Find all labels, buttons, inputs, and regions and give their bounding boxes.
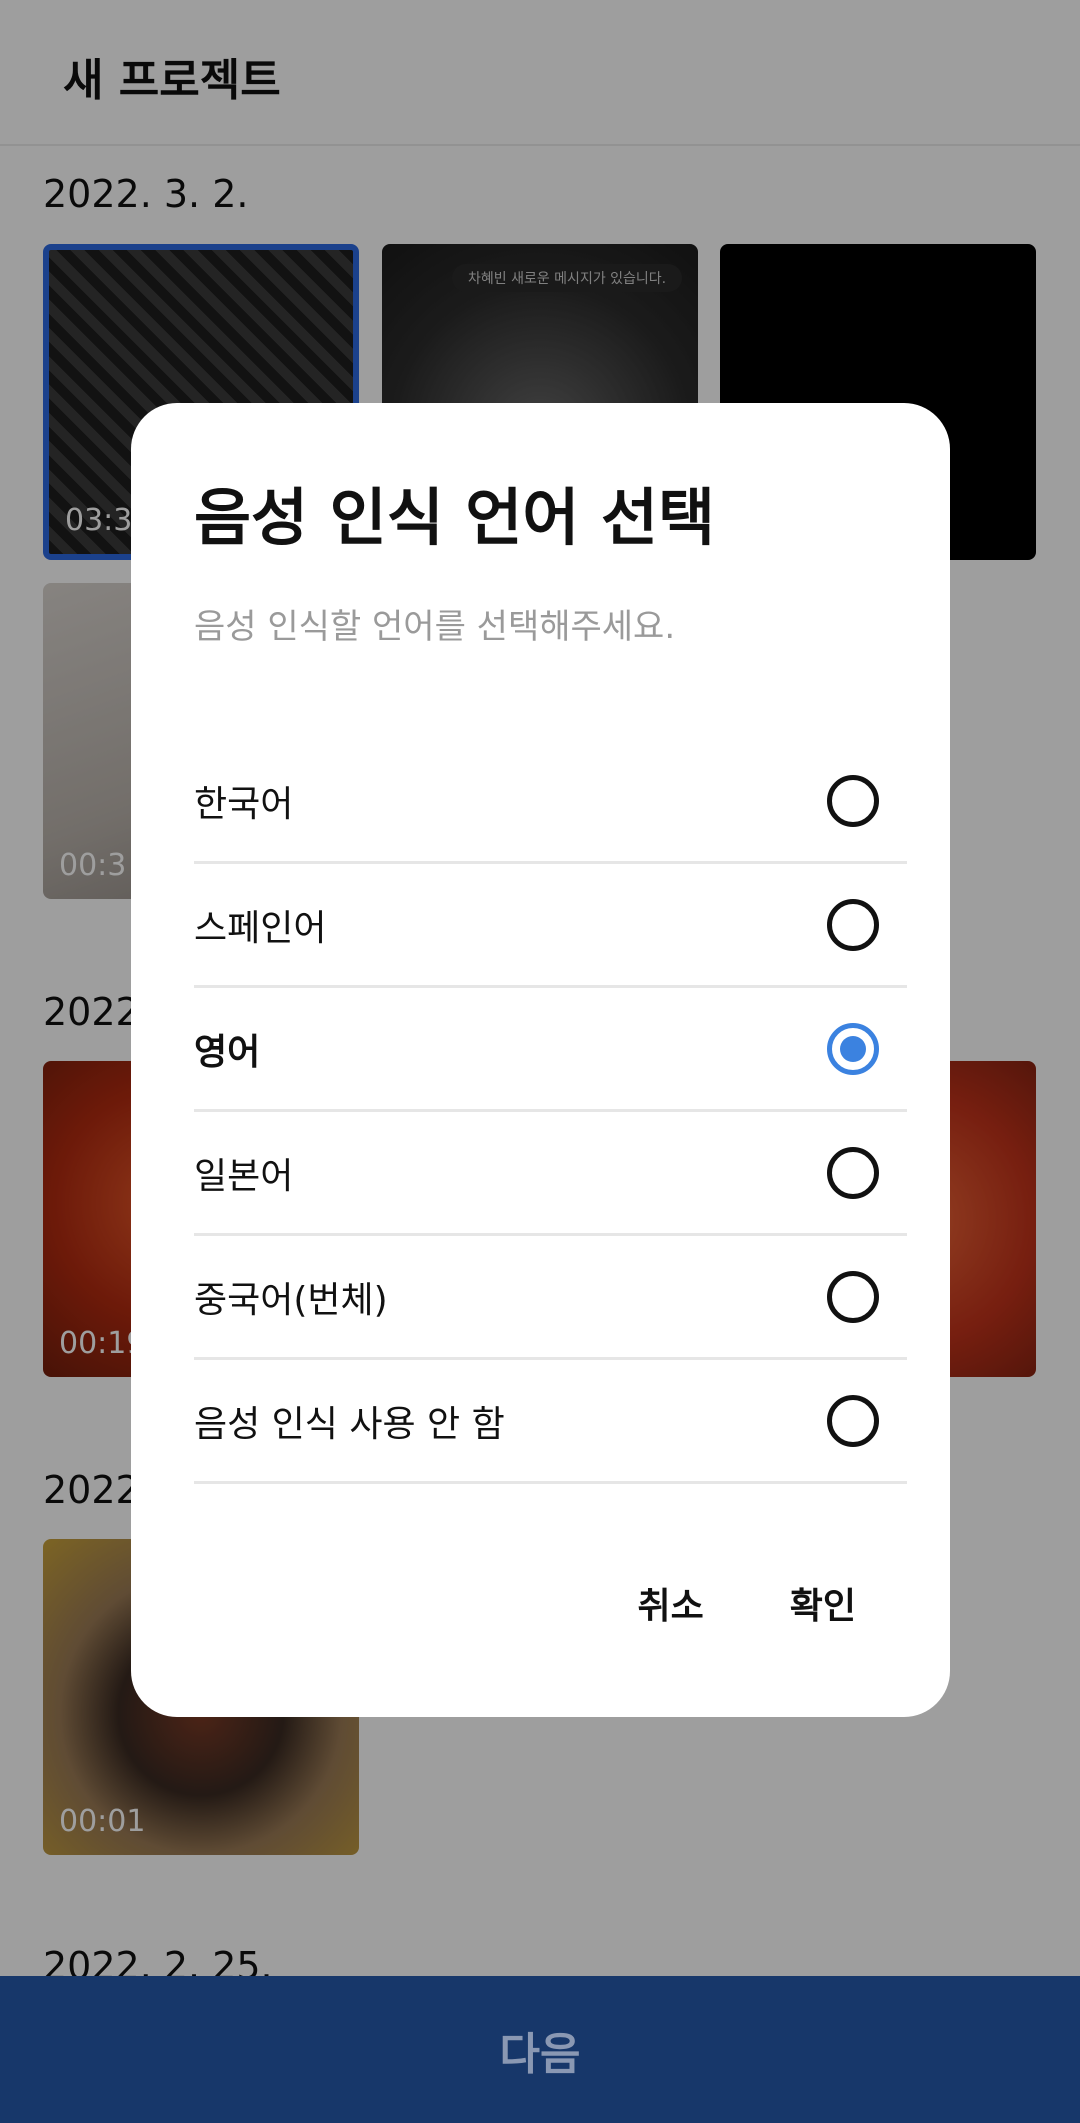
radio-button[interactable]	[827, 1270, 879, 1323]
cancel-button[interactable]: 취소	[638, 1577, 704, 1629]
option-label: 음성 인식 사용 안 함	[194, 1403, 505, 1445]
radio-button[interactable]	[827, 898, 879, 951]
dialog-title: 음성 인식 언어 선택	[194, 481, 716, 554]
language-option-spanish[interactable]: 스페인어	[194, 864, 907, 988]
language-option-korean[interactable]: 한국어	[194, 740, 907, 864]
dialog-subtitle: 음성 인식할 언어를 선택해주세요.	[194, 607, 676, 647]
language-option-chinese-traditional[interactable]: 중국어(번체)	[194, 1236, 907, 1360]
option-label: 스페인어	[194, 907, 327, 949]
language-option-disable[interactable]: 음성 인식 사용 안 함	[194, 1360, 907, 1484]
language-option-english[interactable]: 영어	[194, 988, 907, 1112]
confirm-button[interactable]: 확인	[790, 1577, 856, 1629]
language-select-dialog: 음성 인식 언어 선택 음성 인식할 언어를 선택해주세요. 한국어 스페인어 …	[131, 403, 950, 1717]
next-button[interactable]: 다음	[0, 1976, 1080, 2123]
language-option-list: 한국어 스페인어 영어 일본어 중국어(번체) 음성 인식 사용 안 함	[194, 740, 907, 1484]
radio-button[interactable]	[827, 774, 879, 827]
language-option-japanese[interactable]: 일본어	[194, 1112, 907, 1236]
option-label: 중국어(번체)	[194, 1279, 388, 1321]
option-label: 한국어	[194, 783, 294, 825]
dialog-actions: 취소 확인	[638, 1577, 857, 1629]
option-label: 일본어	[194, 1155, 294, 1197]
radio-button[interactable]	[827, 1394, 879, 1447]
radio-button-selected[interactable]	[827, 1022, 879, 1075]
radio-button[interactable]	[827, 1146, 879, 1199]
next-button-label: 다음	[499, 2028, 581, 2080]
option-label: 영어	[194, 1031, 261, 1073]
